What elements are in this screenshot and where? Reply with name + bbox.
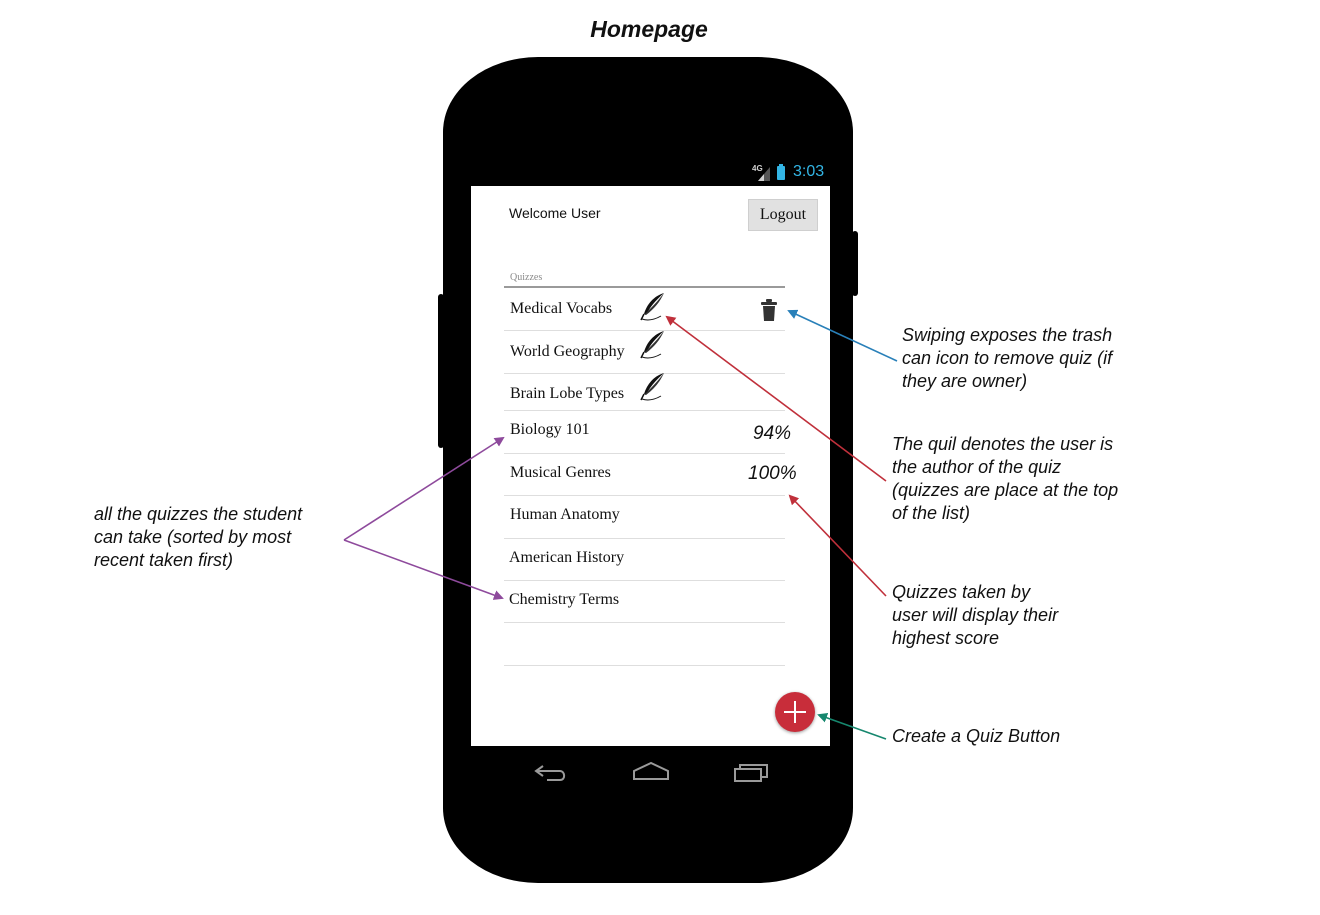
fab-arrow <box>817 712 887 740</box>
list-arrow-top <box>343 436 505 541</box>
quill-annotation: The quil denotes the user is the author … <box>892 434 1119 523</box>
trash-arrow <box>787 309 898 362</box>
trash-annotation: Swiping exposes the trash can icon to re… <box>902 325 1113 391</box>
score-arrow <box>788 494 887 597</box>
score-annotation: Quizzes taken by user will display their… <box>892 582 1059 648</box>
annotation-arrows <box>343 309 898 740</box>
list-arrow-bottom <box>343 539 504 600</box>
quill-arrow <box>665 315 887 482</box>
list-annotation: all the quizzes the student can take (so… <box>94 504 303 570</box>
fab-annotation: Create a Quiz Button <box>892 726 1061 746</box>
